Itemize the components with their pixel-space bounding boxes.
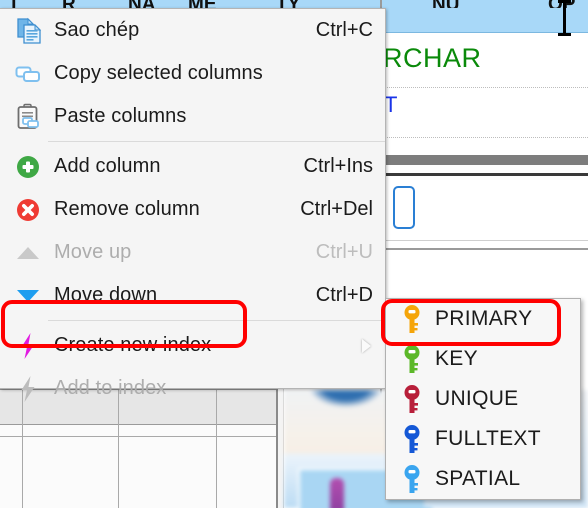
menu-item-shortcut: Ctrl+D: [315, 284, 373, 306]
lightning-bolt-gray-icon: [8, 369, 48, 409]
paste-clipboard-icon: [8, 97, 48, 137]
menu-item-shortcut: Ctrl+Del: [300, 198, 373, 220]
row-divider: [382, 137, 588, 138]
row-cell-fragment: NA: [128, 0, 155, 8]
submenu-item-label: FULLTEXT: [435, 427, 541, 450]
column-cell-value: T: [384, 92, 398, 117]
submenu-item-spatial[interactable]: SPATIAL: [386, 459, 580, 499]
menu-item-label: Copy selected columns: [54, 62, 263, 84]
menu-item-label: Remove column: [54, 198, 200, 220]
remove-red-cross-icon: [8, 190, 48, 230]
menu-item-shortcut: Ctrl+U: [315, 241, 373, 263]
toolbar-band: [382, 155, 588, 165]
menu-separator: [48, 320, 385, 321]
submenu-item-key[interactable]: KEY: [386, 339, 580, 379]
grid-row-line: [0, 436, 276, 437]
key-icon: [393, 304, 431, 334]
table-selected-row-text: T R NA ME TY NU OP: [0, 0, 588, 8]
menu-item-shortcut: Ctrl+C: [315, 19, 373, 41]
menu-item-label: Paste columns: [54, 105, 187, 127]
submenu-item-fulltext[interactable]: FULLTEXT: [386, 419, 580, 459]
copy-document-icon: [8, 11, 48, 51]
row-cell-fragment: ME: [188, 0, 217, 8]
key-icon: [393, 464, 431, 494]
menu-item-create-new-index[interactable]: Create new index: [0, 324, 385, 367]
key-icon: [393, 344, 431, 374]
arrow-down-icon: [8, 276, 48, 316]
key-icon: [393, 384, 431, 414]
menu-item-add-to-index: Add to index: [0, 367, 385, 410]
copy-columns-icon: [8, 54, 48, 94]
lightning-bolt-icon: [8, 326, 48, 366]
menu-item-copy[interactable]: Sao chép Ctrl+C: [0, 9, 385, 52]
submenu-item-label: SPATIAL: [435, 467, 521, 490]
menu-item-label: Move down: [54, 284, 158, 306]
key-icon: [393, 424, 431, 454]
menu-separator: [48, 141, 385, 142]
menu-item-label: Move up: [54, 241, 132, 263]
row-cell-fragment: R: [62, 0, 76, 8]
submenu-item-unique[interactable]: UNIQUE: [386, 379, 580, 419]
menu-item-label: Add column: [54, 155, 161, 177]
submenu-item-primary[interactable]: PRIMARY: [386, 299, 580, 339]
menu-item-label: Sao chép: [54, 19, 140, 41]
section-divider: [382, 173, 588, 176]
row-cell-fragment: T: [8, 0, 20, 8]
row-divider: [382, 87, 588, 88]
chevron-right-icon: [362, 338, 371, 353]
row-divider: [382, 248, 588, 250]
menu-item-paste-columns[interactable]: Paste columns: [0, 95, 385, 138]
menu-item-copy-selected-columns[interactable]: Copy selected columns: [0, 52, 385, 95]
submenu-item-label: PRIMARY: [435, 307, 533, 330]
create-new-index-submenu[interactable]: PRIMARY KEY UNIQUE FULLTEXT SPATIAL: [385, 298, 581, 500]
text-cursor-icon: [558, 0, 571, 36]
menu-item-remove-column[interactable]: Remove column Ctrl+Del: [0, 188, 385, 231]
column-type-value: RCHAR: [383, 43, 482, 73]
arrow-up-icon: [8, 233, 48, 273]
row-cell-fragment: TY: [276, 0, 300, 8]
add-green-plus-icon: [8, 147, 48, 187]
submenu-item-label: UNIQUE: [435, 387, 519, 410]
menu-item-move-down[interactable]: Move down Ctrl+D: [0, 274, 385, 317]
focused-input-field[interactable]: [393, 186, 415, 229]
row-divider: [382, 240, 588, 241]
submenu-item-label: KEY: [435, 347, 478, 370]
menu-item-label: Create new index: [54, 334, 212, 356]
menu-item-add-column[interactable]: Add column Ctrl+Ins: [0, 145, 385, 188]
row-cell-fragment: NU: [432, 0, 459, 8]
menu-item-move-up: Move up Ctrl+U: [0, 231, 385, 274]
menu-item-shortcut: Ctrl+Ins: [303, 155, 373, 177]
context-menu[interactable]: Sao chép Ctrl+C Copy selected columns Pa…: [0, 8, 386, 402]
preview-image-figure: [330, 478, 344, 508]
menu-item-label: Add to index: [54, 377, 167, 399]
